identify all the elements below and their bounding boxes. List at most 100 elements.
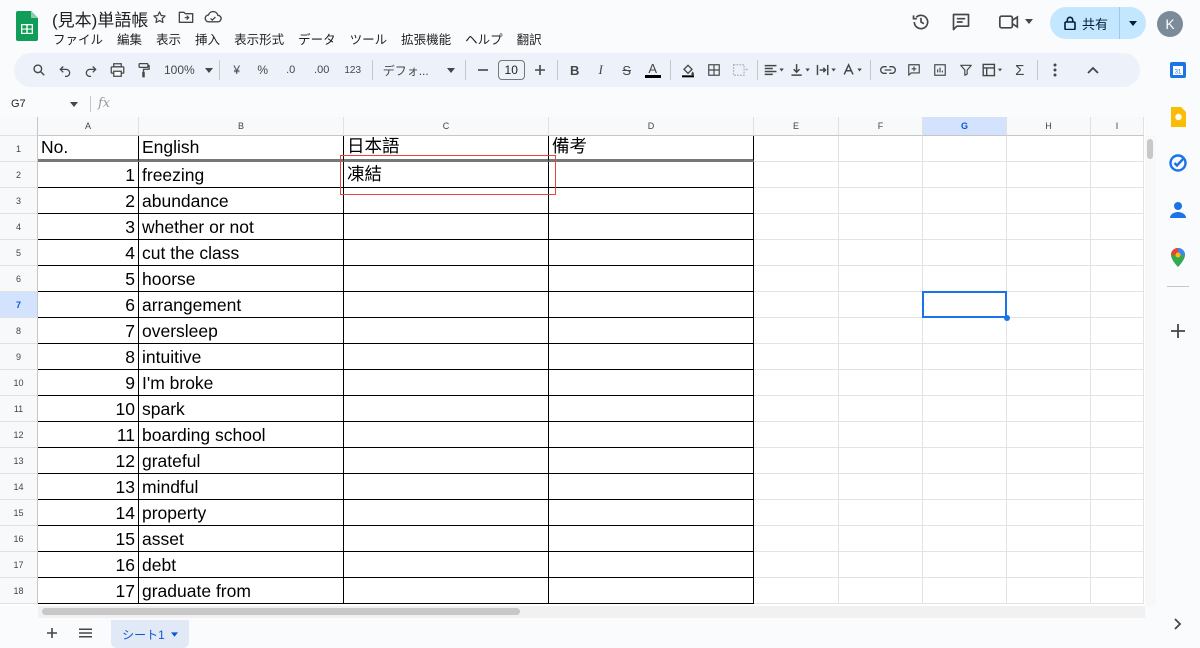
cell-i4[interactable] xyxy=(1091,214,1144,240)
cell-b3[interactable]: abundance xyxy=(139,188,344,214)
cell-c10[interactable] xyxy=(344,370,549,396)
bold-icon[interactable]: B xyxy=(564,58,586,82)
cell-f11[interactable] xyxy=(839,396,923,422)
cell-d1[interactable]: 備考 xyxy=(549,136,754,162)
add-sheet-icon[interactable] xyxy=(44,625,60,641)
cell-g12[interactable] xyxy=(923,422,1007,448)
cell-b2[interactable]: freezing xyxy=(139,162,344,188)
cell-e15[interactable] xyxy=(754,500,839,526)
menu-help[interactable]: ヘルプ xyxy=(458,29,510,48)
cell-g8[interactable] xyxy=(923,318,1007,344)
cell-h14[interactable] xyxy=(1007,474,1091,500)
row-header-3[interactable]: 3 xyxy=(0,188,38,214)
cell-b7[interactable]: arrangement xyxy=(139,292,344,318)
cell-a6[interactable]: 5 xyxy=(38,266,139,292)
cell-e16[interactable] xyxy=(754,526,839,552)
print-icon[interactable] xyxy=(106,58,128,82)
column-header-b[interactable]: B xyxy=(139,117,344,136)
vertical-scrollbar[interactable] xyxy=(1145,136,1156,606)
cell-d6[interactable] xyxy=(549,266,754,292)
cell-h11[interactable] xyxy=(1007,396,1091,422)
cell-d10[interactable] xyxy=(549,370,754,396)
cell-e13[interactable] xyxy=(754,448,839,474)
cell-e17[interactable] xyxy=(754,552,839,578)
font-size-input[interactable]: 10 xyxy=(497,58,525,82)
cell-f16[interactable] xyxy=(839,526,923,552)
cell-g10[interactable] xyxy=(923,370,1007,396)
cell-a2[interactable]: 1 xyxy=(38,162,139,188)
cell-h17[interactable] xyxy=(1007,552,1091,578)
column-header-g[interactable]: G xyxy=(923,117,1007,136)
name-box[interactable]: G7 xyxy=(0,93,90,115)
currency-format-button[interactable]: ¥ xyxy=(226,58,248,82)
column-header-d[interactable]: D xyxy=(549,117,754,136)
more-options-icon[interactable] xyxy=(1044,58,1066,82)
cell-i16[interactable] xyxy=(1091,526,1144,552)
cell-h16[interactable] xyxy=(1007,526,1091,552)
cell-f9[interactable] xyxy=(839,344,923,370)
cell-i8[interactable] xyxy=(1091,318,1144,344)
cell-h1[interactable] xyxy=(1007,136,1091,162)
cell-g15[interactable] xyxy=(923,500,1007,526)
cell-a4[interactable]: 3 xyxy=(38,214,139,240)
cell-b4[interactable]: whether or not xyxy=(139,214,344,240)
cell-h13[interactable] xyxy=(1007,448,1091,474)
menu-insert[interactable]: 挿入 xyxy=(188,29,227,48)
cell-f8[interactable] xyxy=(839,318,923,344)
insert-chart-icon[interactable] xyxy=(929,58,951,82)
cell-a15[interactable]: 14 xyxy=(38,500,139,526)
cell-i12[interactable] xyxy=(1091,422,1144,448)
column-header-h[interactable]: H xyxy=(1007,117,1091,136)
maps-icon[interactable] xyxy=(1168,247,1188,267)
cell-d4[interactable] xyxy=(549,214,754,240)
cell-b11[interactable]: spark xyxy=(139,396,344,422)
cell-f5[interactable] xyxy=(839,240,923,266)
cell-a3[interactable]: 2 xyxy=(38,188,139,214)
text-rotation-icon[interactable] xyxy=(842,58,864,82)
cell-d2[interactable] xyxy=(549,162,754,188)
cell-c4[interactable] xyxy=(344,214,549,240)
cell-b17[interactable]: debt xyxy=(139,552,344,578)
row-header-15[interactable]: 15 xyxy=(0,500,38,526)
column-header-e[interactable]: E xyxy=(754,117,839,136)
cell-a17[interactable]: 16 xyxy=(38,552,139,578)
cell-e5[interactable] xyxy=(754,240,839,266)
cell-c8[interactable] xyxy=(344,318,549,344)
cell-d18[interactable] xyxy=(549,578,754,604)
select-all-corner[interactable] xyxy=(0,117,38,136)
cell-b10[interactable]: I'm broke xyxy=(139,370,344,396)
cell-a16[interactable]: 15 xyxy=(38,526,139,552)
zoom-select[interactable]: 100% xyxy=(164,58,213,82)
fill-handle[interactable] xyxy=(1004,315,1010,321)
insert-comment-icon[interactable] xyxy=(903,58,925,82)
cell-g4[interactable] xyxy=(923,214,1007,240)
cell-g3[interactable] xyxy=(923,188,1007,214)
cloud-status-icon[interactable] xyxy=(204,8,222,26)
row-header-6[interactable]: 6 xyxy=(0,266,38,292)
cell-g14[interactable] xyxy=(923,474,1007,500)
cell-g11[interactable] xyxy=(923,396,1007,422)
cell-b8[interactable]: oversleep xyxy=(139,318,344,344)
cell-b16[interactable]: asset xyxy=(139,526,344,552)
cell-e6[interactable] xyxy=(754,266,839,292)
cell-c18[interactable] xyxy=(344,578,549,604)
menu-translate[interactable]: 翻訳 xyxy=(510,29,549,48)
insert-link-icon[interactable] xyxy=(877,58,899,82)
row-header-14[interactable]: 14 xyxy=(0,474,38,500)
cell-i2[interactable] xyxy=(1091,162,1144,188)
cell-i3[interactable] xyxy=(1091,188,1144,214)
menu-edit[interactable]: 編集 xyxy=(110,29,149,48)
column-header-i[interactable]: I xyxy=(1091,117,1144,136)
cell-d3[interactable] xyxy=(549,188,754,214)
cell-g17[interactable] xyxy=(923,552,1007,578)
cell-e9[interactable] xyxy=(754,344,839,370)
undo-icon[interactable] xyxy=(54,58,76,82)
cell-e7[interactable] xyxy=(754,292,839,318)
cell-h3[interactable] xyxy=(1007,188,1091,214)
cell-c11[interactable] xyxy=(344,396,549,422)
cell-b13[interactable]: grateful xyxy=(139,448,344,474)
column-header-c[interactable]: C xyxy=(344,117,549,136)
cell-g9[interactable] xyxy=(923,344,1007,370)
cell-b1[interactable]: English xyxy=(139,136,344,162)
share-dropdown[interactable] xyxy=(1120,20,1146,26)
